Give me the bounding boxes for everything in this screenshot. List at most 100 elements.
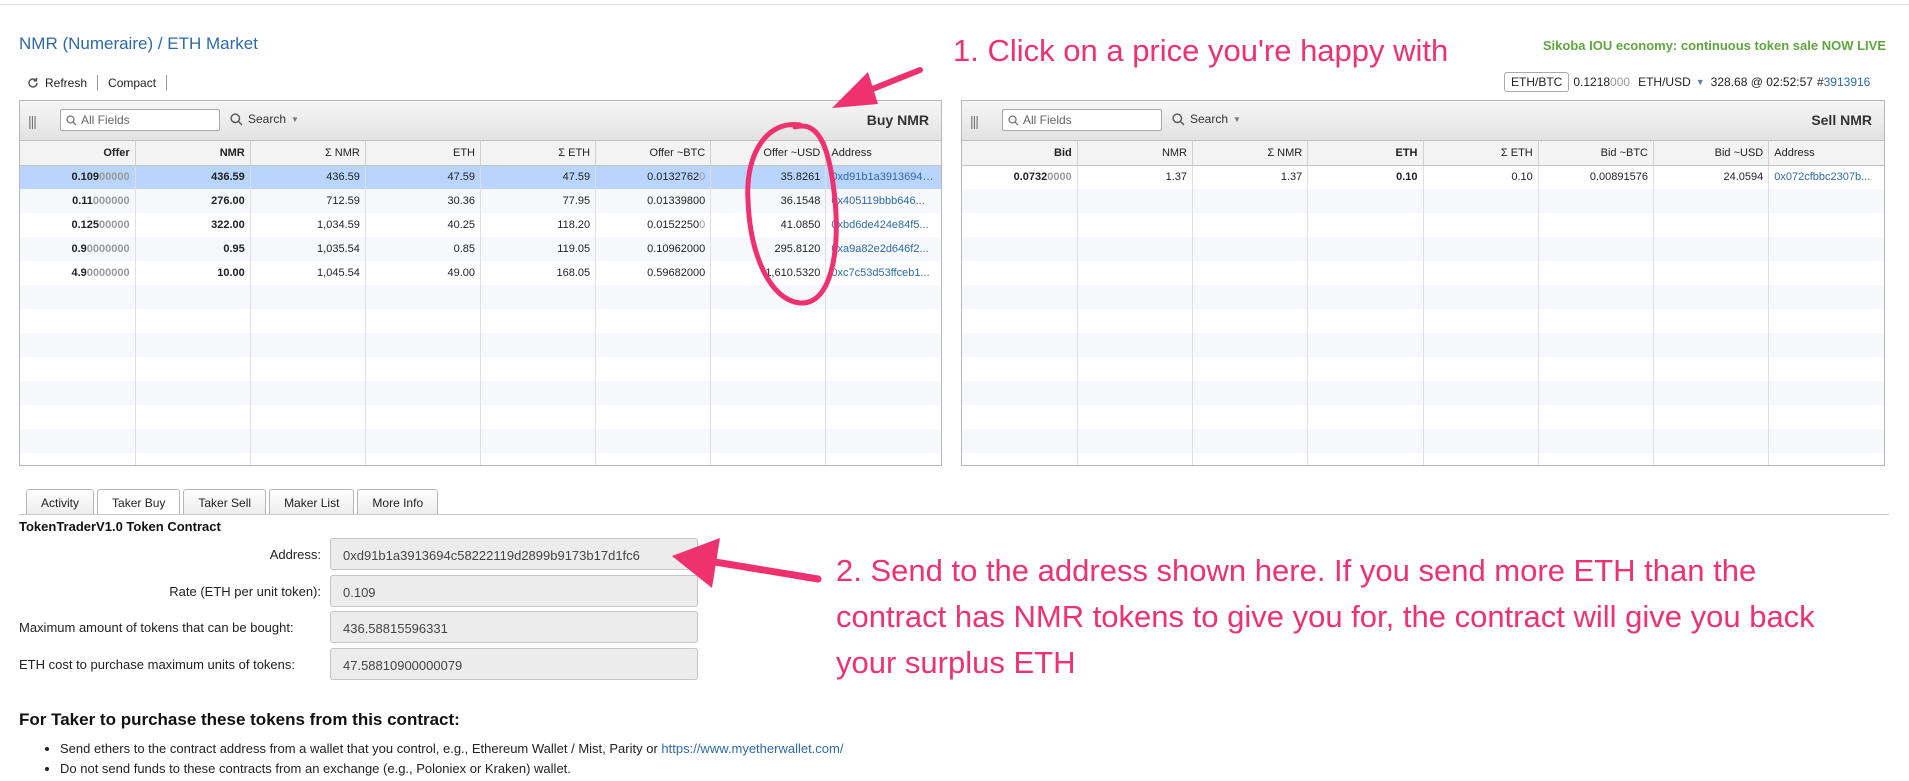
eth-cell[interactable]: 30.36 <box>365 189 482 213</box>
nmr-cell[interactable]: 276.00 <box>135 189 251 213</box>
sum-eth-cell[interactable]: 47.59 <box>480 165 597 189</box>
sum-eth-cell[interactable]: 0.10 <box>1423 165 1539 189</box>
chevron-down-icon[interactable]: ▼ <box>1696 77 1705 87</box>
promo-link[interactable]: Sikoba IOU economy: continuous token sal… <box>1543 38 1886 53</box>
columns-toggle-icon[interactable]: ||| <box>970 113 979 129</box>
compact-button[interactable]: Compact <box>98 75 168 91</box>
bid-cell[interactable]: 0.07320000 <box>962 165 1078 189</box>
sum-eth-cell[interactable]: 119.05 <box>480 237 597 261</box>
sell-col-eth[interactable]: ETH <box>1307 141 1424 166</box>
btc-cell[interactable]: 0.59682000 <box>595 261 712 285</box>
max-tokens-field[interactable]: 436.58815596331 <box>330 611 698 643</box>
buy-col-nmr[interactable]: NMR <box>135 141 251 166</box>
block-number-link[interactable]: 3913916 <box>1824 75 1871 89</box>
eth-cell[interactable]: 49.00 <box>365 261 482 285</box>
empty-row <box>20 285 941 309</box>
sum-eth-cell[interactable]: 77.95 <box>480 189 597 213</box>
detail-tabs: Activity Taker Buy Taker Sell Maker List… <box>26 489 439 515</box>
offer-cell[interactable]: 0.90000000 <box>20 237 136 261</box>
tab-maker-list[interactable]: Maker List <box>269 489 355 515</box>
sum-nmr-cell[interactable]: 1,034.59 <box>250 213 366 237</box>
eth-cell[interactable]: 40.25 <box>365 213 482 237</box>
nmr-cell[interactable]: 1.37 <box>1077 165 1194 189</box>
address-link[interactable]: 0x072cfbbc2307b... <box>1769 165 1884 189</box>
address-field[interactable]: 0xd91b1a3913694c58222119d2899b9173b17d1f… <box>330 538 698 570</box>
btc-cell[interactable]: 0.00891576 <box>1538 165 1655 189</box>
buy-col-usd[interactable]: Offer ~USD <box>710 141 827 166</box>
myetherwallet-link[interactable]: https://www.myetherwallet.com/ <box>661 741 843 756</box>
address-link[interactable]: 0xd91b1a3913694c58222119d2899b9173b17d1f… <box>825 165 941 189</box>
nmr-cell[interactable]: 10.00 <box>135 261 251 285</box>
table-row[interactable]: 0.11000000 276.00 712.59 30.36 77.95 0.0… <box>20 189 941 213</box>
sum-nmr-cell[interactable]: 436.59 <box>250 165 366 189</box>
buy-col-btc[interactable]: Offer ~BTC <box>595 141 712 166</box>
sum-nmr-cell[interactable]: 712.59 <box>250 189 366 213</box>
btc-cell[interactable]: 0.01327620 <box>595 165 712 189</box>
tab-activity[interactable]: Activity <box>26 489 95 515</box>
buy-search-button[interactable]: Search ▼ <box>230 112 299 126</box>
buy-col-address[interactable]: Address <box>825 141 941 166</box>
table-row[interactable]: 0.10900000 436.59 436.59 47.59 47.59 0.0… <box>20 165 941 189</box>
eth-cell[interactable]: 0.10 <box>1307 165 1424 189</box>
refresh-button[interactable]: Refresh <box>19 75 99 91</box>
empty-row <box>20 429 941 453</box>
eth-cell[interactable]: 47.59 <box>365 165 482 189</box>
table-row[interactable]: 0.07320000 1.37 1.37 0.10 0.10 0.0089157… <box>962 165 1884 189</box>
offer-cell[interactable]: 0.10900000 <box>20 165 136 189</box>
buy-col-sum-eth[interactable]: Σ ETH <box>480 141 597 166</box>
sum-eth-cell[interactable]: 168.05 <box>480 261 597 285</box>
buy-col-eth[interactable]: ETH <box>365 141 482 166</box>
offer-cell[interactable]: 4.90000000 <box>20 261 136 285</box>
tab-taker-buy[interactable]: Taker Buy <box>97 489 181 515</box>
sell-search-input[interactable]: All Fields <box>1002 109 1162 131</box>
empty-row <box>20 357 941 381</box>
offer-cell[interactable]: 0.11000000 <box>20 189 136 213</box>
table-row[interactable]: 0.90000000 0.95 1,035.54 0.85 119.05 0.1… <box>20 237 941 261</box>
sell-col-address[interactable]: Address <box>1768 141 1884 166</box>
sum-nmr-cell[interactable]: 1,035.54 <box>250 237 366 261</box>
sell-col-bid[interactable]: Bid <box>962 141 1078 166</box>
btc-cell[interactable]: 0.01339800 <box>595 189 712 213</box>
address-link[interactable]: 0xa9a82e2d646f2... <box>826 237 941 261</box>
sell-col-sum-nmr[interactable]: Σ NMR <box>1192 141 1309 166</box>
nmr-cell[interactable]: 322.00 <box>135 213 251 237</box>
sell-col-usd[interactable]: Bid ~USD <box>1653 141 1770 166</box>
offer-cell[interactable]: 0.12500000 <box>20 213 136 237</box>
table-row[interactable]: 4.90000000 10.00 1,045.54 49.00 168.05 0… <box>20 261 941 285</box>
address-link[interactable]: 0x405119bbb646... <box>826 189 941 213</box>
sum-nmr-cell[interactable]: 1,045.54 <box>250 261 366 285</box>
usd-cell[interactable]: 41.0850 <box>710 213 827 237</box>
bullet-text: Do not send funds to these contracts fro… <box>60 761 571 776</box>
eth-cell[interactable]: 0.85 <box>365 237 482 261</box>
sell-search-button[interactable]: Search ▼ <box>1172 112 1241 126</box>
usd-cell[interactable]: 35.8261 <box>710 165 827 189</box>
tab-taker-sell[interactable]: Taker Sell <box>183 489 267 515</box>
btc-cell[interactable]: 0.01522500 <box>595 213 712 237</box>
buy-search-input[interactable]: All Fields <box>60 109 220 131</box>
usd-cell[interactable]: 1,610.5320 <box>710 261 827 285</box>
buy-col-sum-nmr[interactable]: Σ NMR <box>250 141 366 166</box>
btc-cell[interactable]: 0.10962000 <box>595 237 712 261</box>
usd-cell[interactable]: 36.1548 <box>710 189 827 213</box>
sell-col-btc[interactable]: Bid ~BTC <box>1538 141 1655 166</box>
sell-col-sum-eth[interactable]: Σ ETH <box>1423 141 1539 166</box>
sell-col-nmr[interactable]: NMR <box>1077 141 1194 166</box>
usd-cell[interactable]: 24.0594 <box>1653 165 1770 189</box>
sum-eth-cell[interactable]: 118.20 <box>480 213 597 237</box>
eth-usd-label: ETH/USD <box>1638 75 1691 89</box>
tab-more-info[interactable]: More Info <box>357 489 439 515</box>
instructions-title: For Taker to purchase these tokens from … <box>19 710 460 729</box>
nmr-cell[interactable]: 0.95 <box>135 237 251 261</box>
rate-pair-select[interactable]: ETH/BTC <box>1504 72 1570 92</box>
address-link[interactable]: 0xc7c53d53ffceb1... <box>826 261 941 285</box>
rate-field[interactable]: 0.109 <box>330 575 698 607</box>
columns-toggle-icon[interactable]: ||| <box>28 113 37 129</box>
usd-cell[interactable]: 295.8120 <box>710 237 827 261</box>
sum-nmr-cell[interactable]: 1.37 <box>1192 165 1309 189</box>
nmr-cell[interactable]: 436.59 <box>135 165 251 189</box>
buy-col-offer[interactable]: Offer <box>20 141 136 166</box>
table-row[interactable]: 0.12500000 322.00 1,034.59 40.25 118.20 … <box>20 213 941 237</box>
address-link[interactable]: 0xbd6de424e84f5... <box>826 213 941 237</box>
empty-row <box>20 333 941 357</box>
eth-cost-field[interactable]: 47.58810900000079 <box>330 648 698 680</box>
